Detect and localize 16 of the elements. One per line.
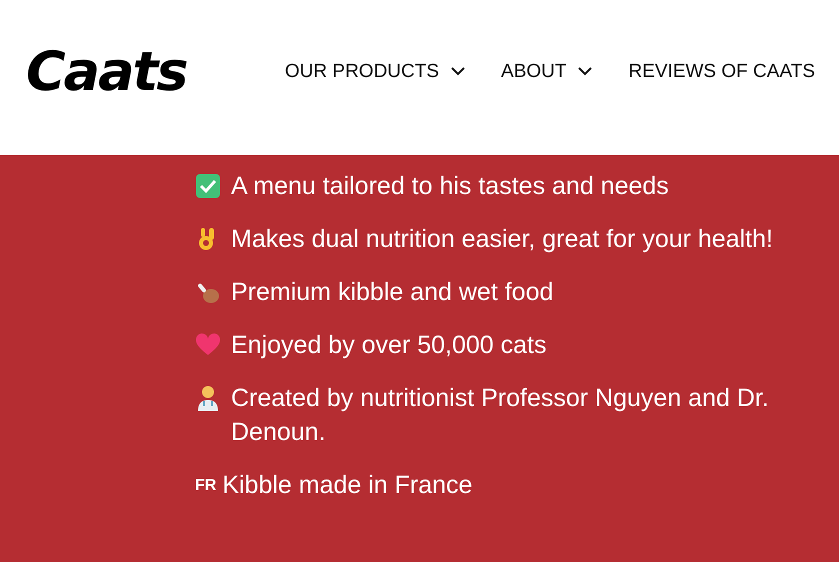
nav-link[interactable]: OUR PRODUCTS (284, 60, 466, 82)
flag-code: FR (195, 476, 216, 496)
feature-text: Premium kibble and wet food (231, 277, 554, 308)
checkmark-icon (195, 173, 221, 199)
person-icon (195, 385, 221, 411)
feature-text: A menu tailored to his tastes and needs (231, 171, 669, 202)
chevron-down-icon (578, 67, 592, 76)
feature-text: Enjoyed by over 50,000 cats (231, 330, 546, 361)
nav-link[interactable]: ABOUT (501, 60, 592, 82)
caats-logo[interactable]: Caats (26, 40, 186, 103)
feature-text: Created by nutritionist Professor Nguyen and Dr. Denoun. (231, 383, 770, 448)
heart-icon (195, 332, 221, 358)
feature-text: Kibble made in France (222, 470, 472, 501)
feature-text: Makes dual nutrition easier, great for your health! (231, 224, 773, 255)
nav-link[interactable]: REVIEWS OF CAATS (628, 60, 815, 82)
chevron-down-icon (451, 67, 466, 76)
